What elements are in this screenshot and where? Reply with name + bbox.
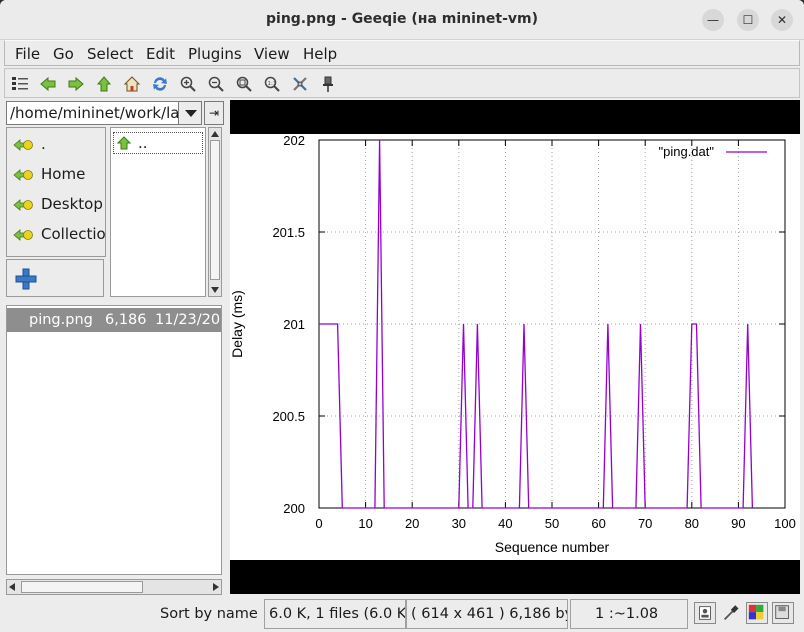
zoom-status: 1 :~1.08: [570, 599, 688, 629]
pin-icon[interactable]: [319, 75, 337, 93]
menu-help[interactable]: Help: [303, 45, 337, 63]
scroll-down-icon[interactable]: [211, 287, 219, 293]
parent-directory-label: ..: [138, 134, 148, 152]
menu-bar: File Go Select Edit Plugins View Help: [4, 40, 800, 66]
path-go-button[interactable]: ⇥: [204, 101, 224, 125]
y-tick-label: 202: [283, 134, 305, 148]
x-tick-label: 20: [405, 516, 419, 531]
bookmark-arrow-icon: [13, 229, 33, 241]
file-name: ping.png: [29, 312, 93, 328]
file-row[interactable]: ping.png 6,186 11/23/202: [7, 308, 221, 332]
path-input[interactable]: /home/mininet/work/la: [6, 101, 202, 125]
file-list: ping.png 6,186 11/23/202: [6, 305, 222, 575]
home-icon[interactable]: [123, 75, 141, 93]
y-tick-label: 200.5: [272, 409, 305, 424]
maximize-button[interactable]: ☐: [737, 9, 759, 31]
bookmark-label: Collections: [41, 225, 107, 243]
zoom-in-icon[interactable]: [179, 75, 197, 93]
bookmark-arrow-icon: [13, 169, 33, 181]
status-bar: Sort by name 6.0 K, 1 files (6.0 K ( 614…: [0, 597, 804, 632]
menu-view[interactable]: View: [254, 45, 290, 63]
x-tick-label: 70: [638, 516, 652, 531]
scrollbar-thumb[interactable]: [210, 140, 220, 280]
scroll-left-icon[interactable]: [9, 583, 15, 591]
parent-directory-item[interactable]: ..: [113, 132, 203, 154]
color-picker-icon[interactable]: [720, 602, 742, 624]
x-tick-label: 90: [731, 516, 745, 531]
bookmark-item-desktop[interactable]: Desktop: [11, 192, 107, 218]
menu-go[interactable]: Go: [53, 45, 74, 63]
chart-svg: 0 10 20 30 40 50 60 70 80 90 100 200 200.5 201 201.5 20…: [230, 134, 796, 555]
x-tick-label: 50: [545, 516, 559, 531]
title-bar[interactable]: ping.png - Geeqie (на mininet-vm) — ☐ ✕: [0, 0, 804, 40]
up-arrow-icon: [117, 136, 131, 150]
bookmark-arrow-icon: [13, 199, 33, 211]
zoom-fit-icon[interactable]: [235, 75, 253, 93]
left-pane: /home/mininet/work/la ⇥ . Home Desktop C…: [4, 99, 226, 597]
close-button[interactable]: ✕: [771, 9, 793, 31]
plus-icon: [15, 268, 37, 290]
minimize-button[interactable]: —: [702, 9, 724, 31]
scroll-up-icon[interactable]: [211, 131, 219, 137]
x-tick-label: 30: [452, 516, 466, 531]
window-title: ping.png - Geeqie (на mininet-vm): [266, 11, 538, 27]
path-dropdown-button[interactable]: [178, 101, 202, 125]
directory-scrollbar[interactable]: [208, 127, 222, 297]
x-tick-label: 80: [685, 516, 699, 531]
write-icon[interactable]: [772, 602, 794, 624]
menu-file[interactable]: File: [15, 45, 40, 63]
scrollbar-thumb[interactable]: [21, 581, 143, 593]
bookmark-arrow-icon: [13, 139, 33, 151]
x-tick-label: 40: [498, 516, 512, 531]
menu-plugins[interactable]: Plugins: [188, 45, 242, 63]
bookmark-item-home[interactable]: Home: [11, 162, 107, 188]
thumbnails-icon[interactable]: [11, 75, 29, 93]
directory-list: ..: [110, 127, 206, 297]
file-list-scrollbar[interactable]: [6, 579, 222, 595]
bookmark-label: .: [41, 135, 46, 153]
settings-icon[interactable]: [291, 75, 309, 93]
bookmark-label: Home: [41, 165, 86, 183]
zoom-out-icon[interactable]: [207, 75, 225, 93]
app-window: ping.png - Geeqie (на mininet-vm) — ☐ ✕ …: [0, 0, 804, 632]
x-tick-label: 10: [358, 516, 372, 531]
bookmark-label: Desktop: [41, 195, 103, 213]
y-tick-label: 201: [283, 317, 305, 332]
x-tick-label: 60: [591, 516, 605, 531]
forward-arrow-icon[interactable]: [67, 75, 85, 93]
bookmark-item-current[interactable]: .: [11, 132, 107, 158]
svg-text:1:1: 1:1: [268, 81, 277, 87]
zoom-1-1-icon[interactable]: 1:1: [263, 75, 281, 93]
image-view[interactable]: 0 10 20 30 40 50 60 70 80 90 100 200 200.5 201 201.5 20…: [230, 100, 800, 594]
refresh-icon[interactable]: [151, 75, 169, 93]
x-tick-label: 0: [315, 516, 322, 531]
y-tick-label: 200: [283, 501, 305, 516]
up-arrow-icon[interactable]: [95, 75, 113, 93]
chart-image: 0 10 20 30 40 50 60 70 80 90 100 200 200.5 201 201.5 20…: [230, 134, 800, 560]
bookmark-item-collections[interactable]: Collections: [11, 222, 107, 248]
x-tick-label: 100: [774, 516, 796, 531]
file-size: 6,186: [105, 312, 147, 328]
y-axis-label: Delay (ms): [230, 290, 245, 358]
exif-rotate-icon[interactable]: [694, 602, 716, 624]
x-axis-label: Sequence number: [495, 539, 610, 555]
bookmark-list: . Home Desktop Collections: [6, 127, 107, 257]
legend-label: "ping.dat": [659, 144, 715, 159]
color-profile-icon[interactable]: [746, 602, 768, 624]
back-arrow-icon[interactable]: [39, 75, 57, 93]
scroll-right-icon[interactable]: [213, 583, 219, 591]
file-count-status: 6.0 K, 1 files (6.0 K: [264, 599, 406, 629]
menu-edit[interactable]: Edit: [146, 45, 175, 63]
add-bookmark-button[interactable]: [6, 259, 104, 297]
y-tick-label: 201.5: [272, 225, 305, 240]
sort-button[interactable]: Sort by name: [155, 599, 261, 629]
file-date: 11/23/202: [155, 312, 221, 328]
image-info-status: ( 614 x 461 ) 6,186 by: [406, 599, 568, 629]
toolbar: 1:1: [4, 68, 800, 98]
menu-select[interactable]: Select: [87, 45, 133, 63]
